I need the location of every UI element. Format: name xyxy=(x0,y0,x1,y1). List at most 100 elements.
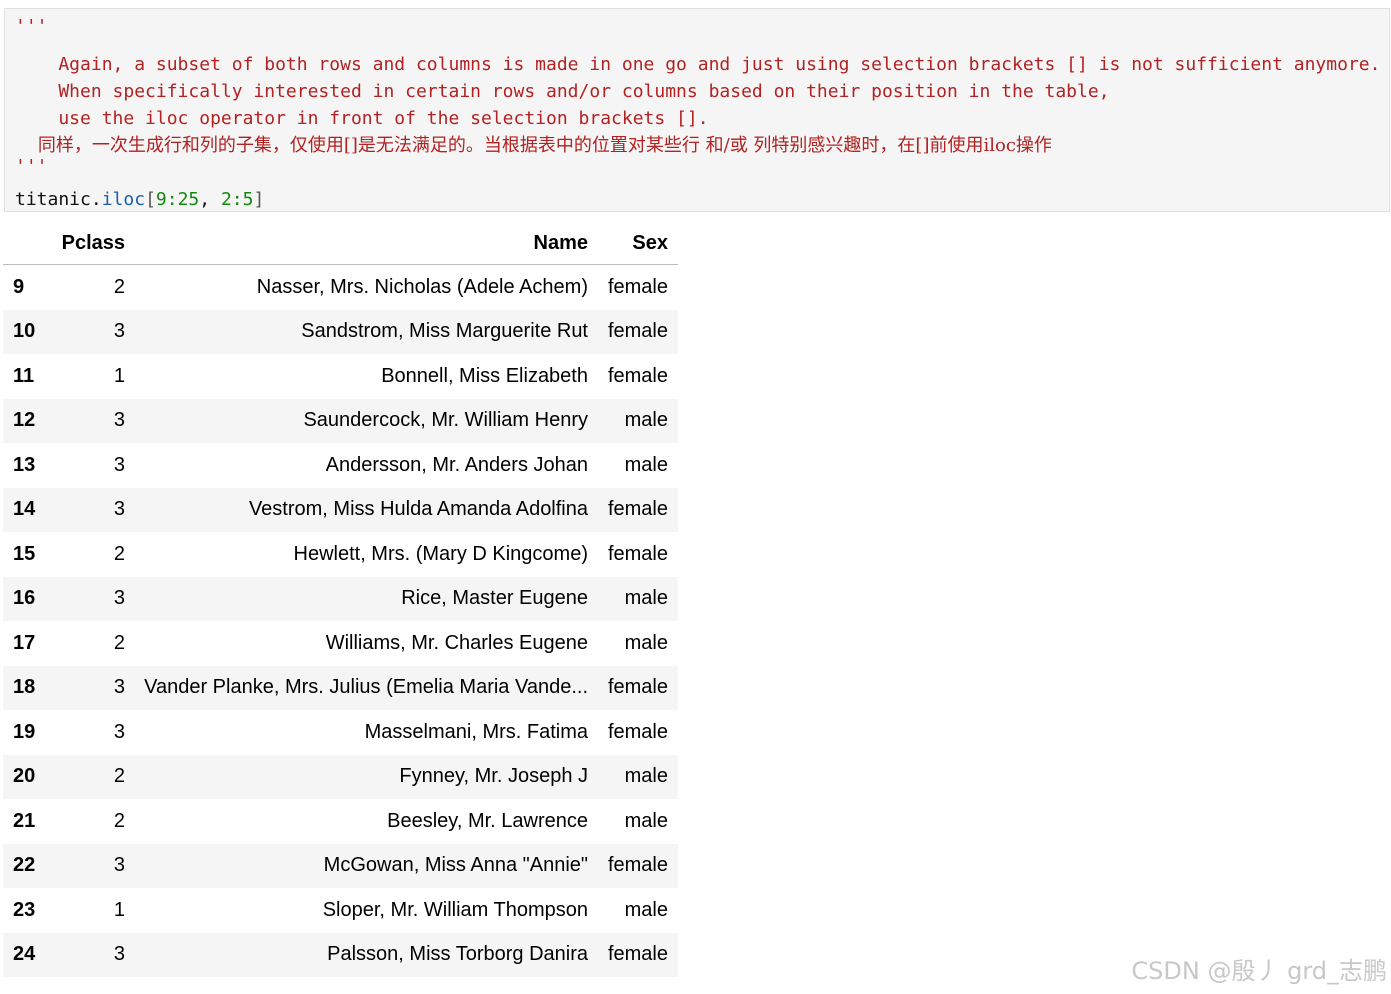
cell-sex: female xyxy=(607,720,668,743)
cell-name-wrapper: Vestrom, Miss Hulda Amanda Adolfina xyxy=(127,487,598,532)
table-row: 16 3 Rice, Master Eugene male xyxy=(3,576,678,621)
cell-sex: female xyxy=(607,364,668,387)
cell-name-wrapper: Masselmani, Mrs. Fatima xyxy=(127,710,598,755)
table-row: 12 3 Saundercock, Mr. William Henry male xyxy=(3,398,678,443)
cell-name: Andersson, Mr. Anders Johan xyxy=(325,453,588,476)
cell-sex: female xyxy=(607,542,668,565)
cell-pclass: 1 xyxy=(113,364,125,387)
docstring-close: ''' xyxy=(15,156,48,177)
cell-name: Nasser, Mrs. Nicholas (Adele Achem) xyxy=(256,275,588,298)
cell-pclass: 3 xyxy=(59,309,127,354)
cell-sex: male xyxy=(598,754,678,799)
table-row: 11 1 Bonnell, Miss Elizabeth female xyxy=(3,354,678,399)
cell-name: McGowan, Miss Anna "Annie" xyxy=(323,854,588,877)
code-statement: titanic.iloc[9:25, 2:5] xyxy=(15,188,264,212)
code-method: iloc xyxy=(101,189,146,210)
cell-name: Vestrom, Miss Hulda Amanda Adolfina xyxy=(248,498,588,521)
cell-name: Williams, Mr. Charles Eugene xyxy=(325,631,588,654)
cell-sex: female xyxy=(607,275,668,298)
cell-name: Fynney, Mr. Joseph J xyxy=(399,765,588,788)
cell-name-wrapper: Bonnell, Miss Elizabeth xyxy=(127,354,598,399)
cell-name: Beesley, Mr. Lawrence xyxy=(387,809,588,832)
header-sex: Sex xyxy=(598,222,678,265)
row-index: 19 xyxy=(13,720,36,743)
code-close-bracket: ] xyxy=(253,189,265,210)
cell-name: Bonnell, Miss Elizabeth xyxy=(381,364,588,387)
docstring-line-3: use the iloc operator in front of the se… xyxy=(15,108,709,129)
cell-sex: female xyxy=(598,932,678,977)
code-open-bracket: [ xyxy=(145,189,156,210)
cell-pclass: 2 xyxy=(113,542,125,565)
code-object: titanic xyxy=(15,189,91,210)
row-index: 17 xyxy=(13,631,36,654)
table-row: 19 3 Masselmani, Mrs. Fatima female xyxy=(3,710,678,755)
cell-sex: male xyxy=(598,398,678,443)
docstring-open: ''' xyxy=(15,16,48,37)
cell-name: Saundercock, Mr. William Henry xyxy=(303,409,588,432)
cell-pclass: 3 xyxy=(59,932,127,977)
table-row: 24 3 Palsson, Miss Torborg Danira female xyxy=(3,932,678,977)
row-index: 16 xyxy=(3,576,59,621)
table-row: 23 1 Sloper, Mr. William Thompson male xyxy=(3,888,678,933)
table-row: 15 2 Hewlett, Mrs. (Mary D Kingcome) female xyxy=(3,532,678,577)
row-index: 11 xyxy=(13,364,35,387)
cell-pclass: 3 xyxy=(113,453,125,476)
table-row: 9 2 Nasser, Mrs. Nicholas (Adele Achem) fem… xyxy=(3,265,678,310)
docstring-line-2: When specifically interested in certain … xyxy=(15,81,1110,102)
cell-sex: male xyxy=(624,809,668,832)
code-dot: . xyxy=(90,189,102,210)
table-row: 17 2 Williams, Mr. Charles Eugene male xyxy=(3,621,678,666)
table-row: 22 3 McGowan, Miss Anna "Annie" female xyxy=(3,843,678,888)
cell-pclass: 3 xyxy=(59,843,127,888)
table-row: 13 3 Andersson, Mr. Anders Johan male xyxy=(3,443,678,488)
cell-sex: male xyxy=(624,453,668,476)
cell-pclass: 3 xyxy=(59,398,127,443)
cell-sex: male xyxy=(598,576,678,621)
header-pclass: Pclass xyxy=(59,222,127,265)
row-index: 10 xyxy=(3,309,59,354)
cell-sex: female xyxy=(598,665,678,710)
cell-name-wrapper: Hewlett, Mrs. (Mary D Kingcome) xyxy=(127,532,598,577)
docstring-line-cn: 同样，一次生成行和列的子集，仅使用[]是无法满足的。当根据表中的位置对某些行 和… xyxy=(15,135,1052,156)
row-index: 23 xyxy=(13,898,36,921)
cell-name-wrapper: Fynney, Mr. Joseph J xyxy=(127,754,598,799)
row-index: 12 xyxy=(3,398,59,443)
cell-name-wrapper: Sloper, Mr. William Thompson xyxy=(127,888,598,933)
cell-pclass: 3 xyxy=(113,720,125,743)
cell-sex: male xyxy=(624,631,668,654)
cell-name: Rice, Master Eugene xyxy=(401,587,588,610)
table-header-row: Pclass Name Sex xyxy=(3,222,678,265)
row-index: 22 xyxy=(3,843,59,888)
header-index xyxy=(3,222,59,265)
dataframe-output-table: Pclass Name Sex 9 2 Nasser, Mrs. Nicholas … xyxy=(3,222,678,977)
cell-name-wrapper: Nasser, Mrs. Nicholas (Adele Achem) xyxy=(127,265,598,310)
row-index: 9 xyxy=(13,275,25,298)
cell-name-wrapper: McGowan, Miss Anna "Annie" xyxy=(127,843,598,888)
row-index: 13 xyxy=(13,453,36,476)
cell-name: Vander Planke, Mrs. Julius (Emelia Maria… xyxy=(144,676,588,699)
row-index: 20 xyxy=(3,754,59,799)
cell-name-wrapper: Saundercock, Mr. William Henry xyxy=(127,398,598,443)
cell-name: Masselmani, Mrs. Fatima xyxy=(364,720,588,743)
table-row: 21 2 Beesley, Mr. Lawrence male xyxy=(3,799,678,844)
table-row: 20 2 Fynney, Mr. Joseph J male xyxy=(3,754,678,799)
cell-pclass: 2 xyxy=(113,631,125,654)
cell-name-wrapper: Rice, Master Eugene xyxy=(127,576,598,621)
row-index: 21 xyxy=(13,809,36,832)
row-index: 15 xyxy=(13,542,36,565)
cell-sex: male xyxy=(624,898,668,921)
header-name: Name xyxy=(127,222,598,265)
csdn-watermark: CSDN @殷丿 grd_志鹏 xyxy=(1131,957,1387,985)
row-index: 14 xyxy=(3,487,59,532)
cell-sex: female xyxy=(598,487,678,532)
code-comma: , xyxy=(199,189,221,210)
row-index: 18 xyxy=(3,665,59,710)
cell-pclass: 1 xyxy=(113,898,125,921)
cell-pclass: 3 xyxy=(59,487,127,532)
code-col-slice: 2:5 xyxy=(220,189,254,210)
cell-pclass: 2 xyxy=(113,809,125,832)
docstring-line-1: Again, a subset of both rows and columns… xyxy=(15,54,1381,75)
code-cell[interactable]: ''' Again, a subset of both rows and col… xyxy=(4,8,1390,212)
table-row: 18 3 Vander Planke, Mrs. Julius (Emelia Ma… xyxy=(3,665,678,710)
code-row-slice: 9:25 xyxy=(155,189,200,210)
